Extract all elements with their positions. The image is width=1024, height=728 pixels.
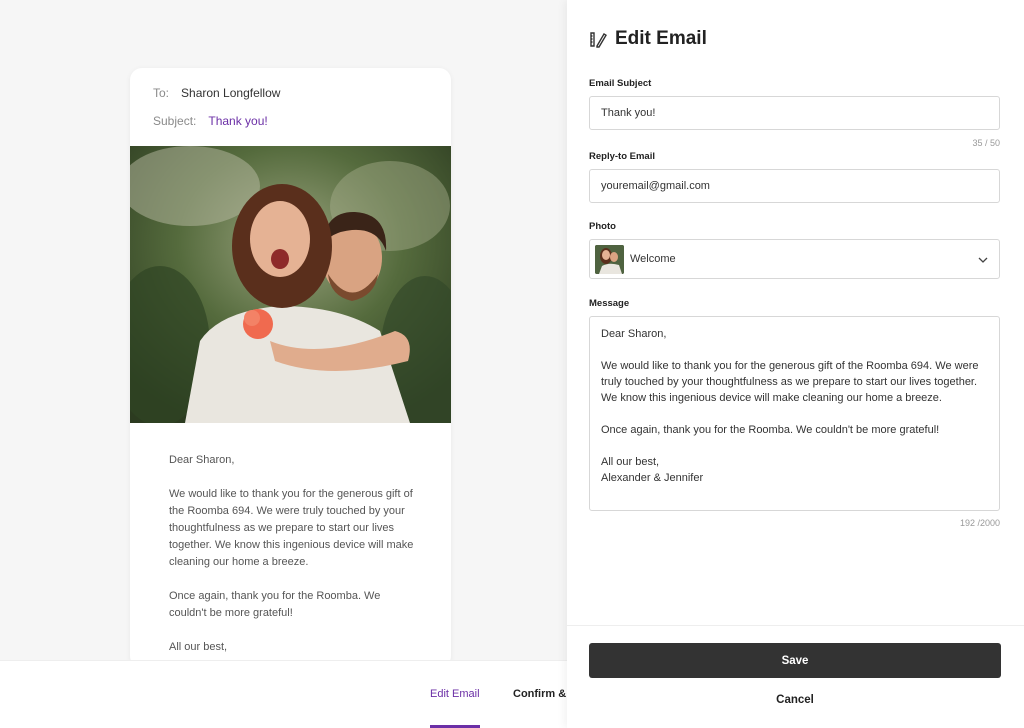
panel-footer: Save Cancel	[567, 625, 1024, 728]
panel-title: Edit Email	[615, 28, 707, 49]
edit-email-panel: Edit Email Email Subject 35 / 50 Reply-t…	[567, 0, 1024, 728]
panel-header: Edit Email	[589, 28, 707, 50]
message-char-counter: 192 /2000	[959, 518, 1000, 528]
message-textarea[interactable]: Dear Sharon, We would like to thank you …	[589, 316, 1000, 511]
message-greeting: Dear Sharon,	[601, 328, 667, 340]
preview-paragraph: We would like to thank you for the gener…	[169, 488, 414, 568]
photo-label: Photo	[589, 221, 616, 232]
subject-label: Subject:	[153, 114, 197, 128]
message-paragraph: We would like to thank you for the gener…	[601, 360, 979, 404]
chevron-down-icon	[977, 253, 989, 265]
photo-select[interactable]: Welcome	[589, 239, 1000, 279]
step-edit-email[interactable]: Edit Email	[430, 688, 480, 700]
preview-signoff: All our best,	[169, 641, 228, 653]
save-button[interactable]: Save	[589, 643, 1001, 678]
preview-subject-row: Subject: Thank you!	[153, 114, 268, 128]
email-subject-label: Email Subject	[589, 78, 652, 89]
reply-to-email-input[interactable]	[589, 169, 1000, 203]
message-paragraph: Once again, thank you for the Roomba. We…	[601, 424, 940, 436]
message-label: Message	[589, 298, 630, 309]
preview-paragraph: Once again, thank you for the Roomba. We…	[169, 590, 381, 619]
couple-photo	[130, 146, 451, 423]
subject-value: Thank you!	[208, 114, 268, 128]
email-preview-area: To: Sharon Longfellow Subject: Thank you…	[0, 0, 567, 728]
email-subject-input[interactable]	[589, 96, 1000, 130]
reply-to-email-label: Reply-to Email	[589, 151, 655, 162]
subject-char-counter: 35 / 50	[972, 138, 1000, 148]
email-preview-body: Dear Sharon, We would like to thank you …	[169, 452, 419, 668]
email-preview-card: To: Sharon Longfellow Subject: Thank you…	[130, 68, 451, 668]
step-navigation-bar: Edit Email Confirm &	[0, 660, 567, 728]
cancel-button[interactable]: Cancel	[589, 688, 1001, 712]
edit-pencil-ruler-icon	[589, 30, 607, 48]
preview-greeting: Dear Sharon,	[169, 454, 235, 466]
photo-select-value: Welcome	[630, 253, 676, 265]
message-signoff: All our best, Alexander & Jennifer	[601, 456, 704, 484]
preview-to-row: To: Sharon Longfellow	[153, 86, 280, 100]
to-label: To:	[153, 86, 170, 100]
step-confirm[interactable]: Confirm &	[513, 688, 566, 700]
photo-thumbnail	[595, 244, 624, 274]
to-value: Sharon Longfellow	[181, 86, 281, 100]
